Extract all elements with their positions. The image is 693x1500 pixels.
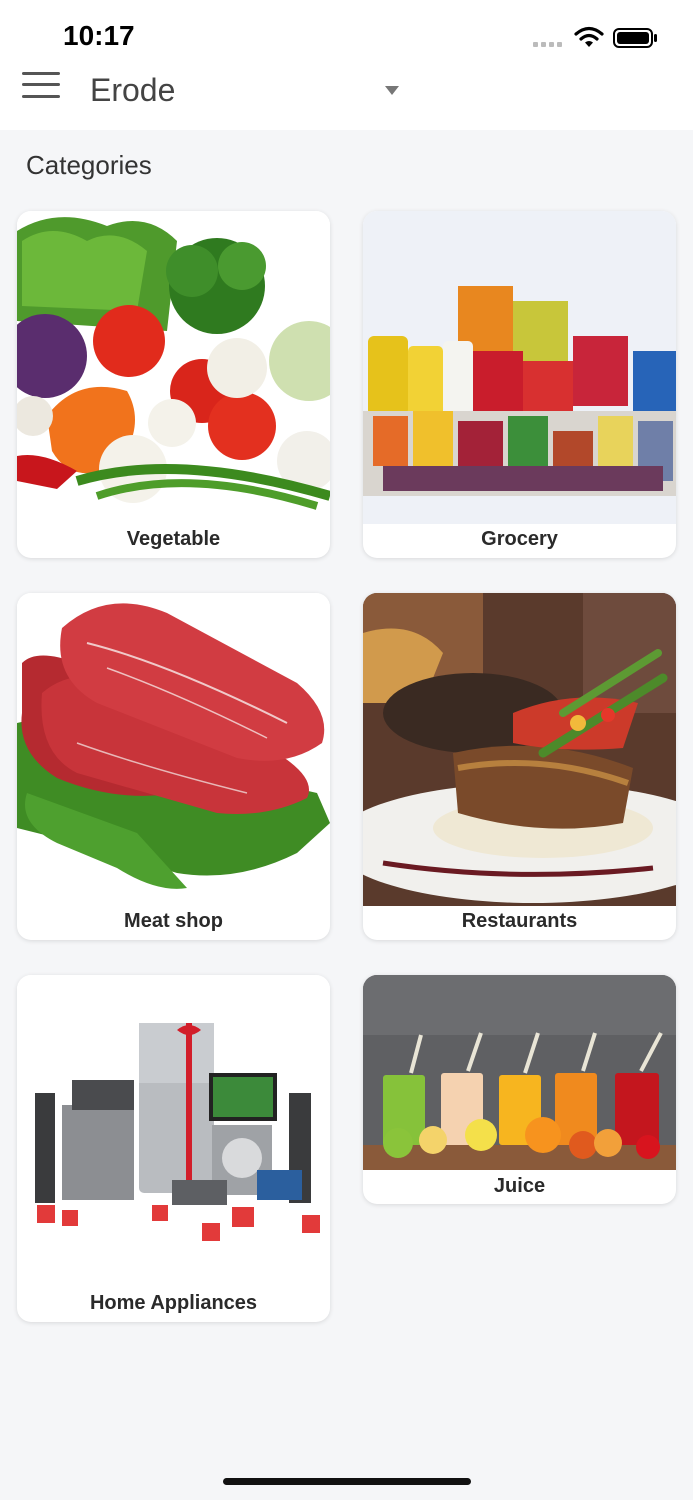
category-label: Grocery [481,528,558,550]
category-card-restaurants[interactable]: Restaurants [363,593,676,940]
category-label: Vegetable [126,528,221,550]
section-title: Categories [26,150,152,180]
wifi-icon [574,26,604,47]
category-card-vegetable[interactable]: Vegetable [17,211,330,558]
juice-image [363,975,676,1170]
grocery-image [363,211,676,524]
category-label: Meat shop [124,910,223,932]
city-dropdown[interactable]: Erode [88,68,408,112]
restaurant-dish-image [363,593,676,906]
category-label: Juice [493,1175,546,1197]
vegetables-image [17,211,330,514]
raw-meat-image [17,593,330,906]
status-bar: 10:17 [0,0,693,60]
status-time: 10:17 [63,20,135,51]
cellular-signal-icon [533,42,562,47]
category-label: Restaurants [461,910,578,932]
home-appliances-image [17,975,330,1288]
category-card-meat-shop[interactable]: Meat shop [17,593,330,940]
home-indicator[interactable] [223,1478,471,1485]
hamburger-menu-icon[interactable] [20,70,62,102]
category-card-grocery[interactable]: Grocery [363,211,676,558]
category-label: Home Appliances [89,1292,258,1314]
caret-down-icon [385,86,399,95]
category-card-home-appliances[interactable]: Home Appliances [17,975,330,1322]
category-card-juice[interactable]: Juice [363,975,676,1204]
city-value: Erode [90,72,176,108]
app-bar: Erode [0,60,693,130]
battery-icon [613,28,657,48]
